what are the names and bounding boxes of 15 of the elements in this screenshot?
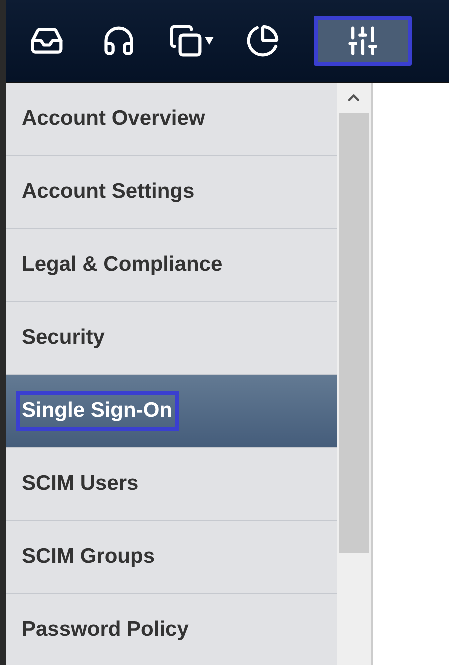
- menu-item[interactable]: Single Sign-On: [6, 375, 337, 448]
- menu-item[interactable]: Legal & Compliance: [6, 229, 337, 302]
- sliders-button[interactable]: [314, 16, 412, 66]
- menu-item[interactable]: SCIM Users: [6, 448, 337, 521]
- menu-item[interactable]: Account Overview: [6, 83, 337, 156]
- menu-item[interactable]: Password Policy: [6, 594, 337, 665]
- menu-item[interactable]: SCIM Groups: [6, 521, 337, 594]
- pie-chart-icon: [246, 24, 280, 58]
- sliders-icon: [346, 24, 380, 58]
- headset-icon: [102, 24, 136, 58]
- scrollbar[interactable]: [337, 83, 373, 665]
- copy-icon: [168, 24, 202, 58]
- menu-item[interactable]: Security: [6, 302, 337, 375]
- menu-item[interactable]: Account Settings: [6, 156, 337, 229]
- scrollbar-thumb[interactable]: [339, 113, 369, 553]
